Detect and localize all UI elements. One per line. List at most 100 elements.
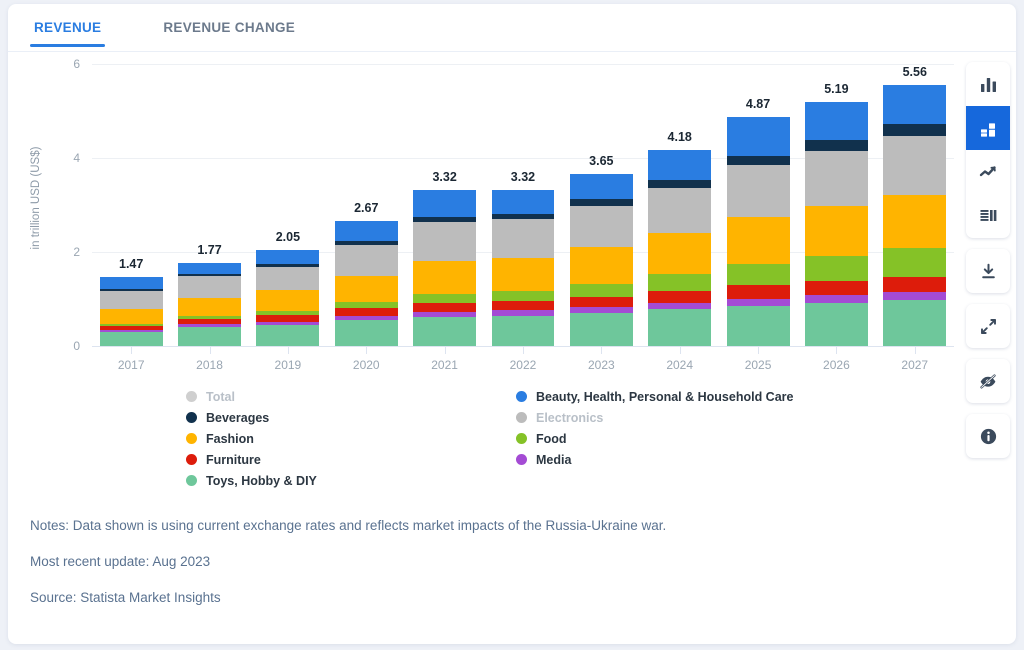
bar-segment[interactable] [883, 84, 947, 125]
bar-chart-icon-button[interactable] [966, 62, 1010, 106]
bar-segment[interactable] [178, 297, 241, 316]
bar-segment[interactable] [804, 281, 868, 296]
bar-column[interactable]: 3.32 2021 [413, 64, 477, 372]
bar-segment[interactable] [883, 247, 947, 277]
bar-segment[interactable] [726, 285, 790, 299]
bar-segment[interactable] [178, 262, 241, 275]
bar-segment[interactable] [569, 246, 633, 284]
x-axis-tick: 2018 [196, 358, 223, 372]
bar-segment[interactable] [334, 244, 398, 276]
download-icon-button[interactable] [966, 249, 1010, 293]
bar-segment[interactable] [256, 249, 320, 264]
info-icon-button[interactable] [966, 414, 1010, 458]
bar-segment[interactable] [491, 290, 555, 301]
bar-segment[interactable] [99, 331, 163, 346]
bar-segment[interactable] [804, 140, 868, 151]
bar-segment[interactable] [804, 102, 868, 141]
bar-column[interactable]: 4.18 2024 [648, 64, 712, 372]
legend-item[interactable]: Total [186, 386, 506, 407]
bar-segment[interactable] [804, 302, 868, 346]
legend-item[interactable]: Fashion [186, 428, 506, 449]
legend-item[interactable]: Furniture [186, 449, 506, 470]
bar-segment[interactable] [413, 316, 477, 346]
bar-segment[interactable] [726, 165, 790, 218]
bar-column[interactable]: 4.87 2025 [726, 64, 790, 372]
bar-column[interactable]: 5.19 2026 [804, 64, 868, 372]
bar-column[interactable]: 1.77 2018 [178, 64, 241, 372]
bar-segment[interactable] [883, 276, 947, 292]
bar-segment[interactable] [726, 156, 790, 166]
line-chart-icon-button[interactable] [966, 150, 1010, 194]
bar-segment[interactable] [648, 302, 712, 310]
bar-segment[interactable] [334, 275, 398, 302]
bar-segment[interactable] [883, 135, 947, 195]
bar-column[interactable]: 1.47 2017 [99, 64, 163, 372]
tab-revenue-change[interactable]: REVENUE CHANGE [159, 4, 299, 52]
bar-segment[interactable] [99, 308, 163, 324]
bar-segment[interactable] [883, 194, 947, 248]
bar-segment[interactable] [726, 298, 790, 306]
bar-segment[interactable] [256, 290, 320, 311]
bar-segment[interactable] [648, 149, 712, 181]
bar-segment[interactable] [726, 117, 790, 157]
bar-segment[interactable] [648, 274, 712, 292]
bar-segment[interactable] [334, 308, 398, 316]
bar-segment[interactable] [648, 309, 712, 346]
legend-item[interactable]: Toys, Hobby & DIY [186, 470, 506, 491]
bar-segment[interactable] [804, 255, 868, 282]
bar-segment[interactable] [726, 263, 790, 286]
bar-column[interactable]: 3.32 2022 [491, 64, 555, 372]
bar-segment[interactable] [569, 174, 633, 200]
bar-segment[interactable] [569, 313, 633, 346]
tab-revenue[interactable]: REVENUE [30, 4, 106, 52]
expand-icon-button[interactable] [966, 304, 1010, 348]
bar-segment[interactable] [178, 327, 241, 346]
bar-segment[interactable] [804, 295, 868, 303]
bar-segment[interactable] [569, 205, 633, 247]
bar-column[interactable]: 2.67 2020 [334, 64, 398, 372]
bar-segment[interactable] [569, 283, 633, 297]
bar-segment[interactable] [256, 266, 320, 291]
bar-segment[interactable] [413, 302, 477, 312]
legend-item[interactable]: Food [516, 428, 876, 449]
bar-segment[interactable] [804, 150, 868, 206]
bar-segment[interactable] [648, 187, 712, 234]
bar-segment[interactable] [99, 291, 163, 309]
bar-segment[interactable] [334, 320, 398, 346]
bar-segment[interactable] [99, 276, 163, 290]
bar-column[interactable]: 2.05 2019 [256, 64, 320, 372]
bar-segment[interactable] [413, 293, 477, 303]
bar-segment[interactable] [491, 300, 555, 311]
bar-segment[interactable] [413, 260, 477, 294]
bar-segment[interactable] [413, 221, 477, 261]
bar-segment[interactable] [413, 190, 477, 218]
bar-segment[interactable] [491, 190, 555, 214]
bar-segment[interactable] [883, 124, 947, 136]
bar-segment[interactable] [491, 257, 555, 291]
bar-segment[interactable] [491, 219, 555, 258]
bar-segment[interactable] [491, 315, 555, 346]
bar-segment[interactable] [883, 291, 947, 300]
bar-segment[interactable] [648, 233, 712, 275]
bar-segment[interactable] [334, 301, 398, 309]
bar-column[interactable]: 5.56 2027 [883, 64, 947, 372]
bar-segment[interactable] [726, 217, 790, 264]
bar-segment[interactable] [256, 324, 320, 346]
eye-slash-icon-button[interactable] [966, 359, 1010, 403]
bar-segment[interactable] [178, 276, 241, 298]
legend-item[interactable]: Electronics [516, 407, 876, 428]
bar-segment[interactable] [648, 180, 712, 188]
expand-group [966, 304, 1010, 348]
bar-segment[interactable] [334, 220, 398, 241]
bar-segment[interactable] [804, 205, 868, 256]
bar-segment[interactable] [648, 291, 712, 303]
bar-segment[interactable] [726, 305, 790, 346]
bar-segment[interactable] [569, 296, 633, 307]
stacked-bar-chart-icon-button[interactable] [966, 106, 1010, 150]
legend-item[interactable]: Beverages [186, 407, 506, 428]
legend-item[interactable]: Media [516, 449, 876, 470]
table-icon-button[interactable] [966, 194, 1010, 238]
legend-item[interactable]: Beauty, Health, Personal & Household Car… [516, 386, 876, 407]
bar-column[interactable]: 3.65 2023 [569, 64, 633, 372]
bar-segment[interactable] [883, 299, 947, 346]
